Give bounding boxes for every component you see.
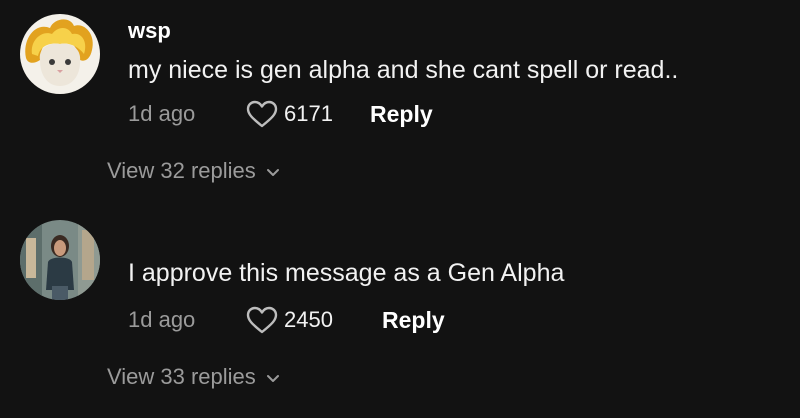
avatar[interactable]	[20, 220, 100, 300]
heart-outline-icon	[246, 100, 278, 128]
view-replies-button[interactable]: View 32 replies	[107, 158, 280, 184]
like-button[interactable]: 6171	[246, 100, 370, 128]
comment-text: my niece is gen alpha and she cant spell…	[128, 56, 679, 84]
comment-timestamp: 1d ago	[128, 307, 196, 332]
comment-timestamp: 1d ago	[128, 101, 196, 126]
reply-button[interactable]: Reply	[370, 101, 433, 128]
comment-text: I approve this message as a Gen Alpha	[128, 259, 565, 287]
comment-username[interactable]: wsp	[128, 18, 171, 44]
reply-button[interactable]: Reply	[382, 307, 445, 334]
like-count: 2450	[284, 307, 333, 332]
chevron-down-icon	[266, 168, 279, 176]
avatar[interactable]	[20, 14, 100, 94]
view-replies-button[interactable]: View 33 replies	[107, 364, 280, 390]
heart-outline-icon	[246, 306, 278, 334]
comment-actions: 1d ago 6171 Reply	[128, 98, 433, 130]
view-replies-label: View 32 replies	[107, 158, 256, 183]
view-replies-label: View 33 replies	[107, 364, 256, 389]
comment-thread: wsp my niece is gen alpha and she cant s…	[0, 0, 800, 418]
like-button[interactable]: 2450	[246, 306, 382, 334]
comment-actions: 1d ago 2450 Reply	[128, 304, 445, 336]
flaming-cat-avatar	[20, 14, 100, 94]
like-count: 6171	[284, 101, 333, 126]
person-photo-avatar	[20, 220, 100, 300]
chevron-down-icon	[266, 374, 279, 382]
